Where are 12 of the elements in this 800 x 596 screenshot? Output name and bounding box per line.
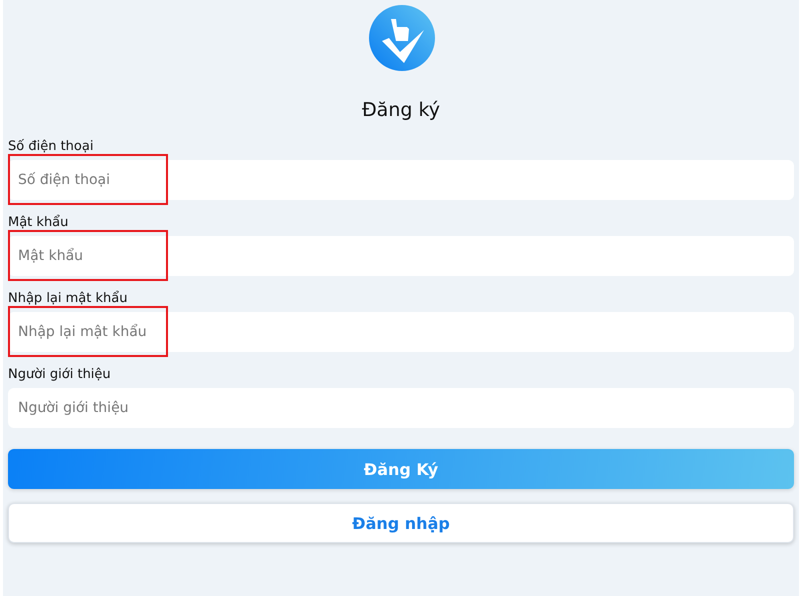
input-field[interactable]: Người giới thiệu xyxy=(8,388,794,428)
field-label: Số điện thoại xyxy=(8,139,94,154)
register-button[interactable]: Đăng Ký xyxy=(8,449,794,489)
input-field[interactable]: Nhập lại mật khẩu xyxy=(8,312,794,352)
field-label: Nhập lại mật khẩu xyxy=(8,291,128,306)
field-label: Mật khẩu xyxy=(8,215,68,230)
page-title: Đăng ký xyxy=(360,99,442,121)
thumbs-up-check-logo xyxy=(369,5,435,71)
field-label: Người giới thiệu xyxy=(8,367,111,382)
input-field[interactable]: Mật khẩu xyxy=(8,236,794,276)
login-button[interactable]: Đăng nhập xyxy=(8,503,794,543)
input-field[interactable]: Số điện thoại xyxy=(8,160,794,200)
